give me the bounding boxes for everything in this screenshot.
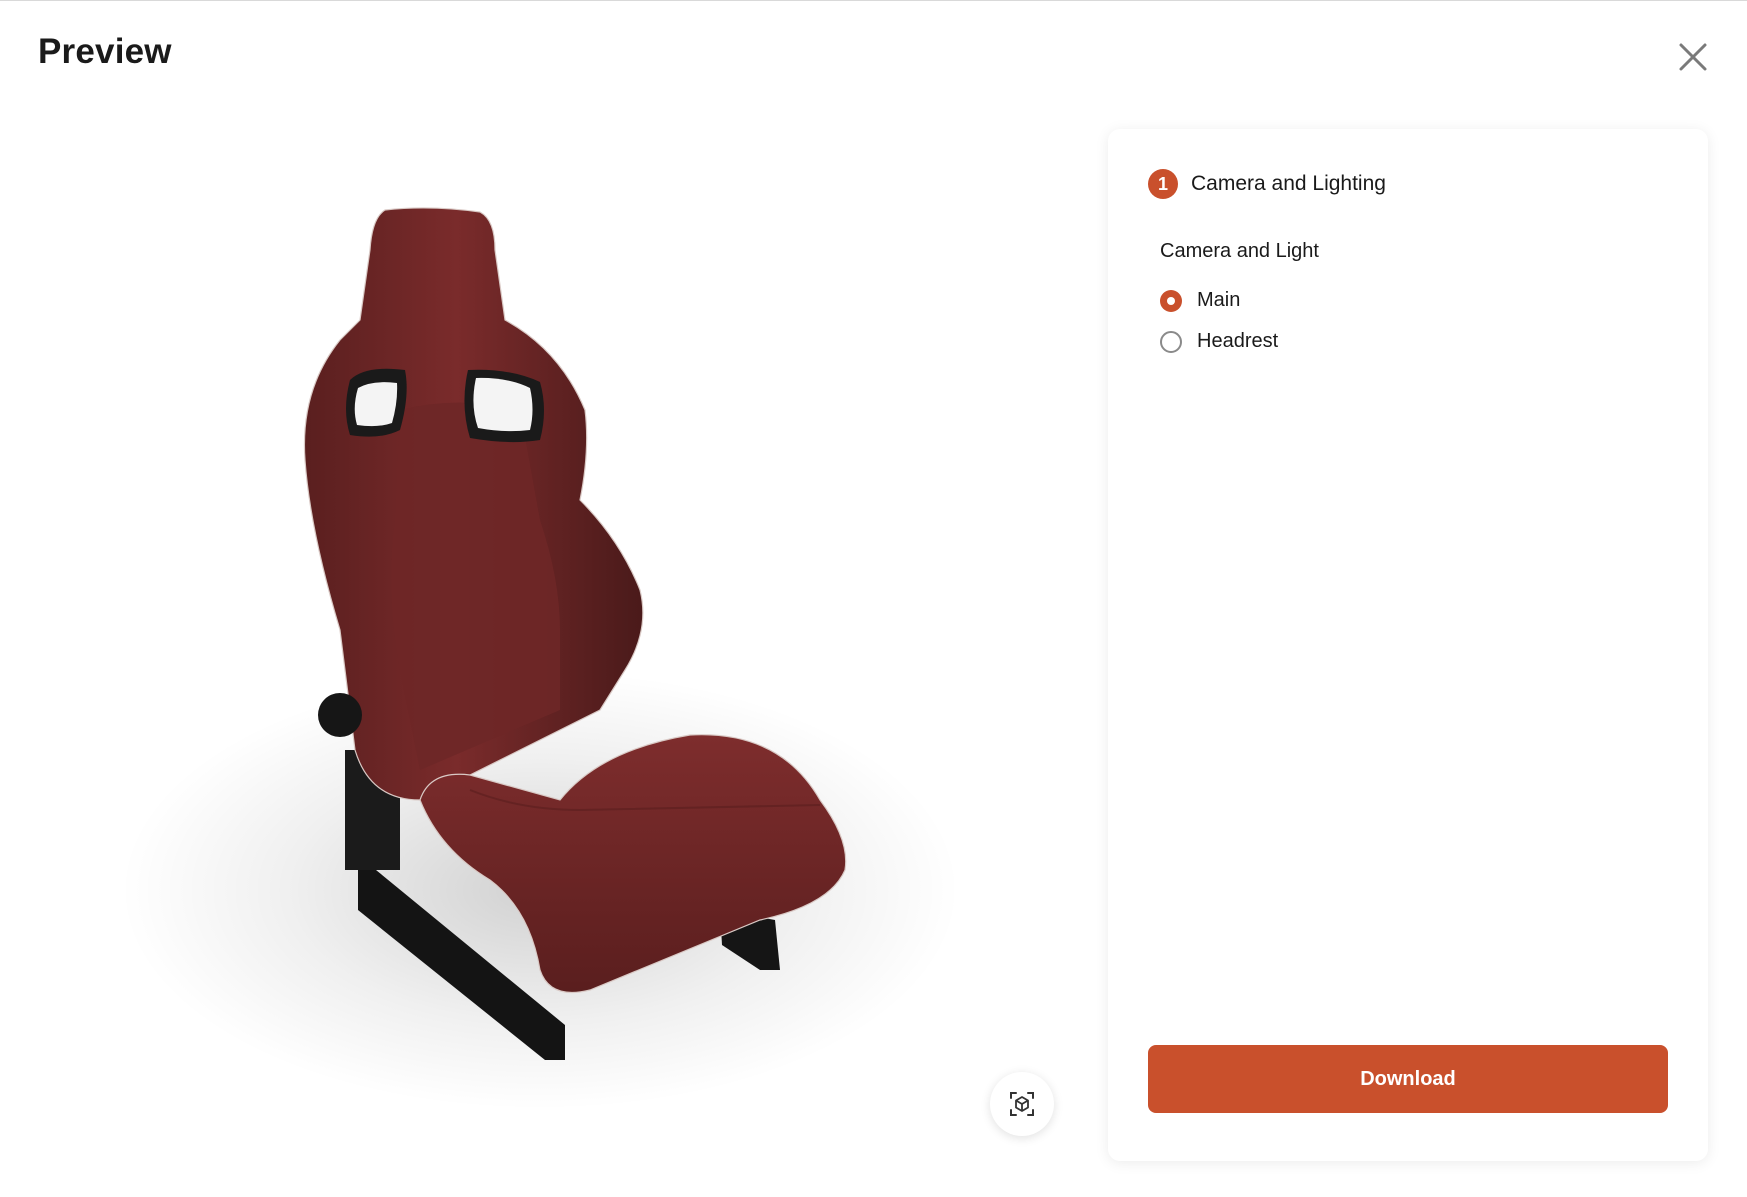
radio-headrest-label[interactable]: Headrest — [1197, 330, 1278, 353]
camera-light-group-label: Camera and Light — [1160, 240, 1319, 262]
seat-model-image — [120, 207, 960, 1110]
radio-headrest[interactable] — [1160, 330, 1182, 353]
radio-option-headrest[interactable]: Headrest — [1160, 330, 1278, 353]
modal-top-border — [0, 0, 1747, 1]
radio-main[interactable] — [1160, 289, 1182, 312]
step-number-badge: 1 — [1148, 169, 1178, 199]
ar-view-button[interactable] — [990, 1072, 1054, 1136]
step-header: 1 Camera and Lighting — [1148, 169, 1386, 199]
settings-panel: 1 Camera and Lighting Camera and Light M… — [1108, 129, 1708, 1161]
close-icon — [1679, 43, 1707, 71]
radio-option-main[interactable]: Main — [1160, 289, 1240, 312]
page-title: Preview — [38, 32, 172, 71]
step-title: Camera and Lighting — [1191, 172, 1386, 195]
ar-cube-icon — [1010, 1092, 1034, 1116]
download-button[interactable]: Download — [1148, 1045, 1668, 1113]
3d-viewer[interactable] — [0, 110, 1090, 1160]
close-button[interactable] — [1672, 36, 1714, 78]
radio-main-label[interactable]: Main — [1197, 289, 1240, 312]
